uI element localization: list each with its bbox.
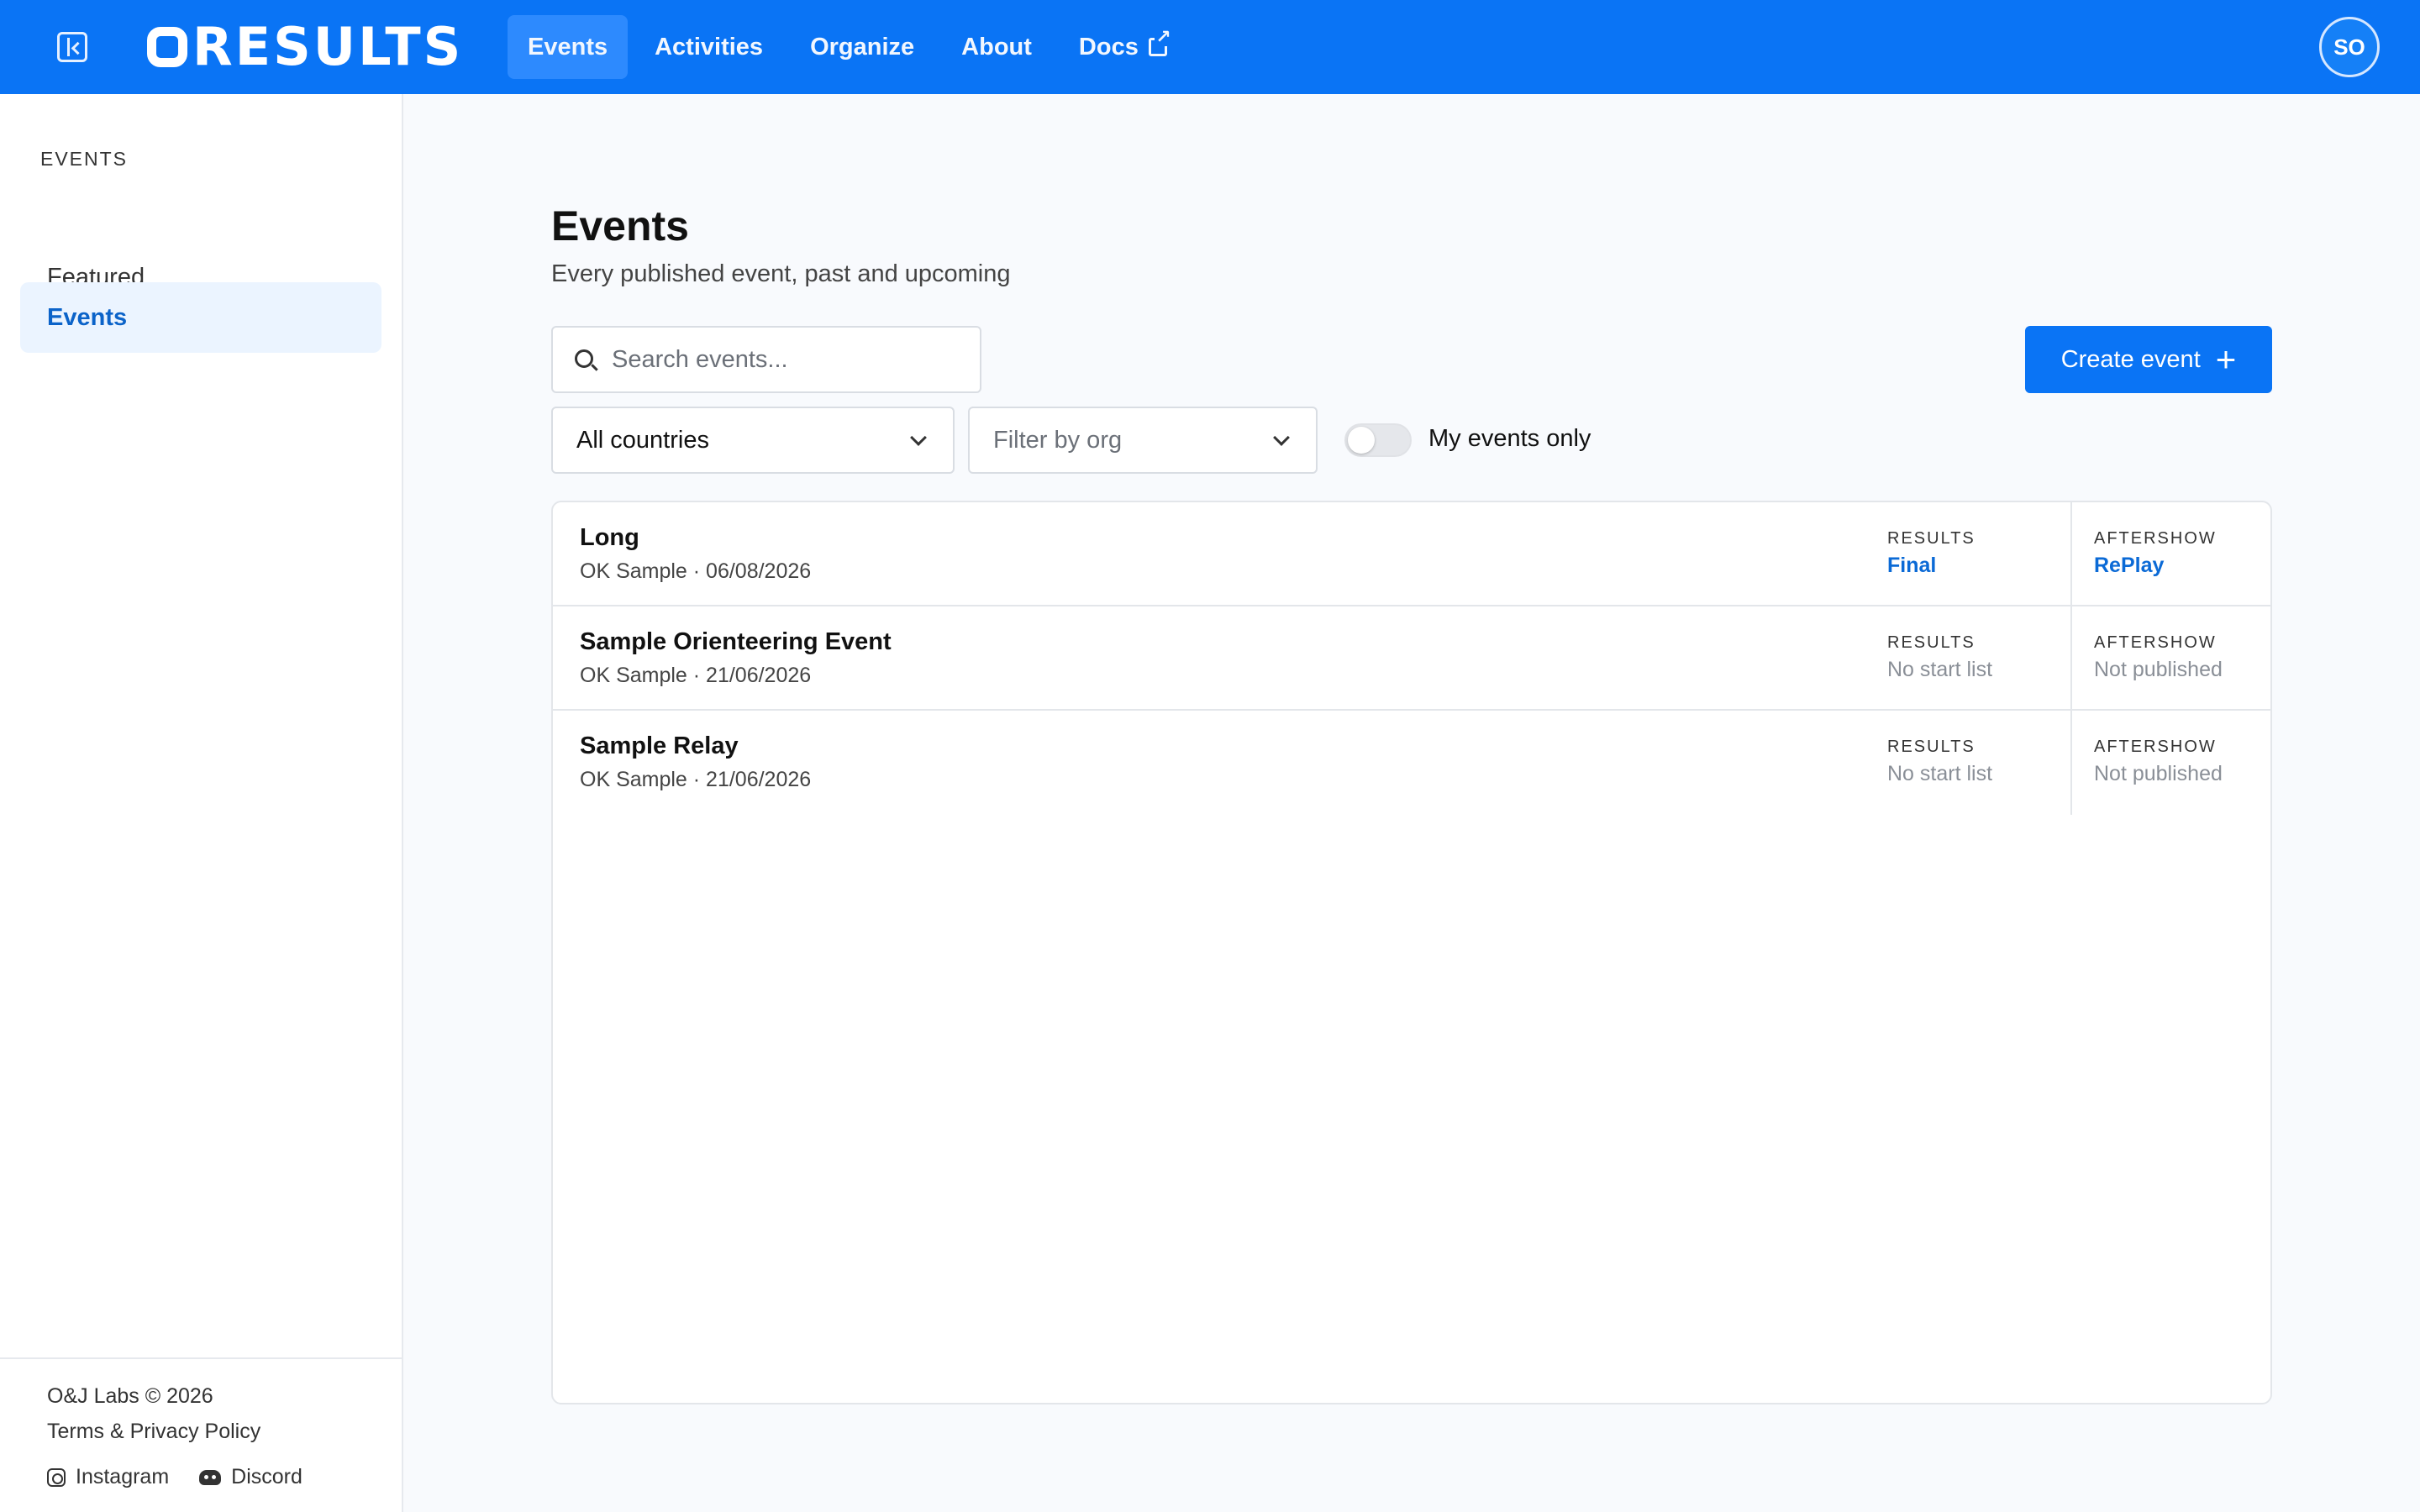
- discord-label: Discord: [231, 1465, 302, 1488]
- aftershow-label: AFTERSHOW: [2094, 633, 2217, 652]
- sidebar-heading: EVENTS: [40, 148, 129, 170]
- results-label: RESULTS: [1887, 633, 1975, 652]
- discord-link[interactable]: Discord: [199, 1465, 302, 1489]
- create-event-button[interactable]: Create event +: [2025, 326, 2272, 393]
- nav-about[interactable]: About: [941, 15, 1052, 79]
- copyright-text: O&J Labs © 2026: [47, 1384, 213, 1408]
- sidebar-item-events[interactable]: Events: [20, 282, 381, 353]
- chevron-down-icon: [910, 429, 927, 446]
- external-link-icon: [1148, 28, 1172, 56]
- results-label: RESULTS: [1887, 529, 1975, 548]
- nav-activities-label: Activities: [655, 33, 764, 60]
- nav-events-label: Events: [528, 33, 608, 60]
- search-icon: [575, 349, 593, 368]
- user-avatar[interactable]: SO: [2319, 17, 2380, 77]
- nav-docs-label: Docs: [1078, 33, 1139, 60]
- instagram-link[interactable]: Instagram: [47, 1465, 169, 1489]
- country-select-value: All countries: [576, 426, 709, 454]
- search-box[interactable]: [551, 326, 981, 393]
- event-row[interactable]: Sample Orienteering Event OK Sample · 21…: [553, 606, 2270, 711]
- aftershow-value: Not published: [2094, 762, 2223, 785]
- event-meta: OK Sample · 21/06/2026: [580, 664, 812, 687]
- toggle-knob: [1348, 427, 1375, 454]
- results-value: No start list: [1887, 762, 1993, 785]
- results-value-link[interactable]: Final: [1887, 554, 2070, 578]
- sidebar-footer: O&J Labs © 2026 Terms & Privacy Policy I…: [0, 1357, 402, 1512]
- sidebar-item-label: Events: [47, 303, 128, 331]
- aftershow-value: Not published: [2094, 658, 2223, 681]
- results-column: RESULTS No start list: [1887, 606, 2070, 711]
- plus-icon: +: [2215, 339, 2237, 379]
- create-event-label: Create event: [2060, 345, 2201, 373]
- nav-events[interactable]: Events: [508, 15, 629, 79]
- nav-organize-label: Organize: [810, 33, 915, 60]
- chevron-down-icon: [1273, 429, 1290, 446]
- logo-text: RESULTS: [192, 16, 464, 77]
- events-list: Long OK Sample · 06/08/2026 RESULTS Fina…: [551, 501, 2272, 1404]
- nav-about-label: About: [961, 33, 1032, 60]
- results-label: RESULTS: [1887, 738, 1975, 756]
- aftershow-column: AFTERSHOW Not published: [2070, 711, 2270, 815]
- nav-activities[interactable]: Activities: [634, 15, 783, 79]
- main-nav: Events Activities Organize About Docs: [508, 15, 1194, 79]
- event-meta: OK Sample · 21/06/2026: [580, 768, 812, 791]
- nav-organize[interactable]: Organize: [790, 15, 934, 79]
- aftershow-label: AFTERSHOW: [2094, 738, 2217, 756]
- my-events-label: My events only: [1428, 425, 1591, 452]
- results-value: No start list: [1887, 658, 1993, 681]
- event-meta: OK Sample · 06/08/2026: [580, 559, 812, 583]
- aftershow-value-link[interactable]: RePlay: [2094, 554, 2270, 578]
- discord-icon: [199, 1469, 222, 1485]
- aftershow-column: AFTERSHOW Not published: [2070, 606, 2270, 711]
- nav-docs[interactable]: Docs: [1059, 15, 1187, 79]
- org-select[interactable]: Filter by org: [968, 407, 1318, 474]
- social-links: Instagram Discord: [47, 1465, 302, 1489]
- event-name[interactable]: Long: [580, 524, 639, 552]
- event-name[interactable]: Sample Orienteering Event: [580, 628, 892, 656]
- my-events-toggle[interactable]: [1344, 423, 1412, 457]
- terms-link[interactable]: Terms & Privacy Policy: [47, 1420, 260, 1444]
- aftershow-label: AFTERSHOW: [2094, 529, 2217, 548]
- aftershow-column: AFTERSHOW RePlay: [2070, 502, 2270, 606]
- search-input[interactable]: [612, 345, 965, 374]
- logo[interactable]: RESULTS: [147, 16, 464, 77]
- logo-o-icon: [147, 27, 187, 67]
- results-column: RESULTS Final: [1887, 502, 2070, 606]
- event-name[interactable]: Sample Relay: [580, 732, 739, 760]
- results-column: RESULTS No start list: [1887, 711, 2070, 815]
- country-select[interactable]: All countries: [551, 407, 955, 474]
- instagram-label: Instagram: [76, 1465, 170, 1488]
- sidebar-toggle-icon[interactable]: [57, 32, 87, 62]
- page-subtitle: Every published event, past and upcoming: [551, 260, 1011, 287]
- top-bar: RESULTS Events Activities Organize About…: [0, 0, 2420, 94]
- event-row[interactable]: Sample Relay OK Sample · 21/06/2026 RESU…: [553, 711, 2270, 815]
- instagram-icon: [47, 1467, 66, 1487]
- event-row[interactable]: Long OK Sample · 06/08/2026 RESULTS Fina…: [553, 502, 2270, 606]
- org-select-placeholder: Filter by org: [993, 426, 1123, 454]
- sidebar: EVENTS Featured Events O&J Labs © 2026 T…: [0, 94, 403, 1512]
- page-title: Events: [551, 202, 689, 249]
